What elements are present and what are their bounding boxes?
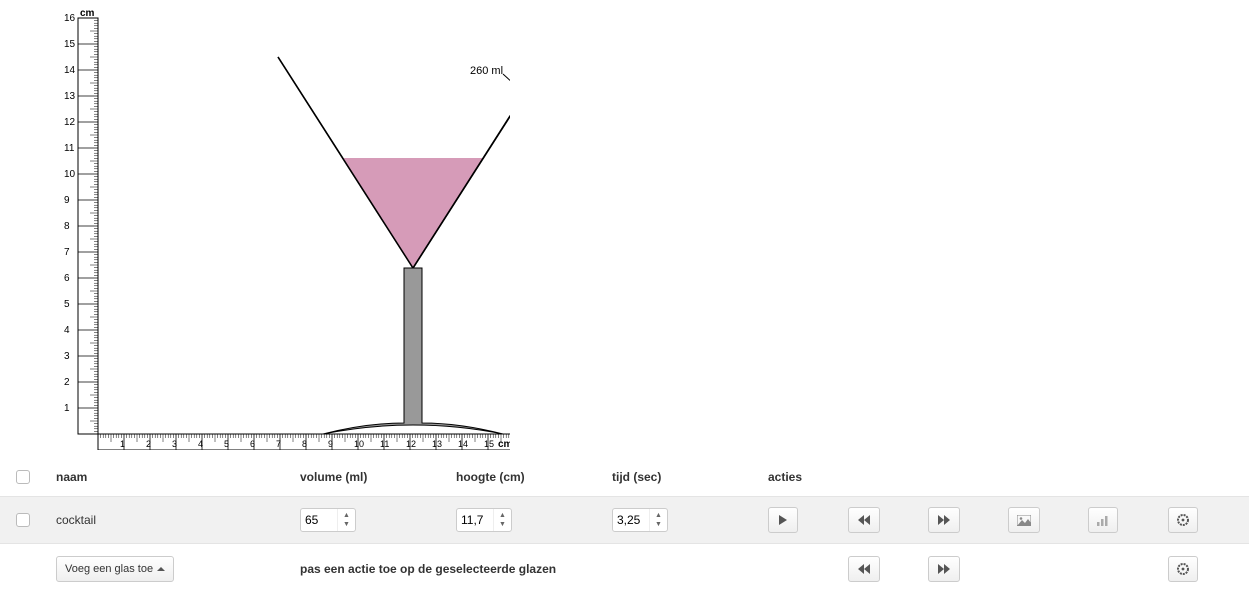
time-stepper[interactable]: ▲▼: [612, 508, 668, 532]
svg-text:4: 4: [64, 325, 70, 336]
image-button[interactable]: [1008, 507, 1040, 533]
bulk-rewind-button[interactable]: [848, 556, 880, 582]
axis-unit-x: cm: [498, 439, 510, 450]
height-input[interactable]: [457, 509, 493, 531]
liquid-fill: [343, 158, 484, 268]
svg-text:13: 13: [64, 91, 76, 102]
axis-unit-y: cm: [80, 8, 95, 19]
svg-text:12: 12: [64, 117, 76, 128]
svg-text:260 ml: 260 ml: [470, 65, 503, 77]
table-row: cocktail ▲▼ ▲▼ ▲▼: [0, 496, 1249, 544]
rewind-button[interactable]: [848, 507, 880, 533]
svg-text:14: 14: [458, 439, 468, 449]
select-all-checkbox[interactable]: [16, 470, 30, 484]
svg-text:5: 5: [224, 439, 229, 449]
forward-icon: [937, 564, 951, 574]
svg-text:12: 12: [406, 439, 416, 449]
svg-text:7: 7: [64, 247, 70, 258]
svg-text:10: 10: [354, 439, 364, 449]
svg-text:9: 9: [64, 195, 70, 206]
bars-icon: [1097, 515, 1109, 526]
svg-text:1: 1: [120, 439, 125, 449]
add-glass-label: Voeg een glas toe: [65, 563, 153, 575]
play-button[interactable]: [768, 507, 798, 533]
svg-text:7: 7: [276, 439, 281, 449]
svg-text:3: 3: [64, 351, 70, 362]
glass-visualization: cm cm 12345678910111213141516 1234567891…: [0, 0, 1249, 456]
svg-text:8: 8: [302, 439, 307, 449]
volume-input[interactable]: [301, 509, 337, 531]
svg-text:4: 4: [198, 439, 203, 449]
svg-text:1: 1: [64, 403, 70, 414]
table-header: naam volume (ml) hoogte (cm) tijd (sec) …: [0, 456, 1249, 496]
svg-text:8: 8: [64, 221, 70, 232]
col-name: naam: [50, 466, 294, 488]
svg-text:3: 3: [172, 439, 177, 449]
col-actions: acties: [762, 466, 842, 488]
bulk-action-label: pas een actie toe op de geselecteerde gl…: [294, 558, 842, 580]
glass-shape: [278, 57, 510, 434]
svg-text:13: 13: [432, 439, 442, 449]
svg-text:6: 6: [64, 273, 70, 284]
play-icon: [778, 515, 788, 525]
caret-up-icon: [157, 567, 165, 571]
gear-icon: [1177, 563, 1189, 575]
svg-text:5: 5: [64, 299, 70, 310]
svg-text:6: 6: [250, 439, 255, 449]
row-name: cocktail: [50, 509, 294, 531]
col-volume: volume (ml): [294, 466, 450, 488]
svg-text:15: 15: [484, 439, 494, 449]
time-up-icon[interactable]: ▲: [650, 511, 667, 520]
svg-text:11: 11: [64, 143, 75, 154]
gear-icon: [1177, 514, 1189, 526]
height-stepper[interactable]: ▲▼: [456, 508, 512, 532]
svg-text:16: 16: [64, 13, 76, 24]
svg-text:9: 9: [328, 439, 333, 449]
svg-text:2: 2: [146, 439, 151, 449]
volume-up-icon[interactable]: ▲: [338, 511, 355, 520]
volume-down-icon[interactable]: ▼: [338, 520, 355, 529]
volume-stepper[interactable]: ▲▼: [300, 508, 356, 532]
col-height: hoogte (cm): [450, 466, 606, 488]
svg-text:14: 14: [64, 65, 76, 76]
col-time: tijd (sec): [606, 466, 762, 488]
svg-text:11: 11: [380, 439, 389, 449]
bulk-settings-button[interactable]: [1168, 556, 1198, 582]
bulk-forward-button[interactable]: [928, 556, 960, 582]
svg-text:15: 15: [64, 39, 76, 50]
height-up-icon[interactable]: ▲: [494, 511, 511, 520]
svg-text:10: 10: [64, 169, 76, 180]
rewind-icon: [857, 564, 871, 574]
forward-button[interactable]: [928, 507, 960, 533]
add-glass-button[interactable]: Voeg een glas toe: [56, 556, 174, 582]
settings-button[interactable]: [1168, 507, 1198, 533]
forward-icon: [937, 515, 951, 525]
height-down-icon[interactable]: ▼: [494, 520, 511, 529]
volume-annotation: 260 ml: [470, 65, 510, 84]
time-input[interactable]: [613, 509, 649, 531]
table-footer: Voeg een glas toe pas een actie toe op d…: [0, 544, 1249, 594]
svg-text:2: 2: [64, 377, 70, 388]
row-select-checkbox[interactable]: [16, 513, 30, 527]
chart-button[interactable]: [1088, 507, 1118, 533]
time-down-icon[interactable]: ▼: [650, 520, 667, 529]
picture-icon: [1017, 515, 1031, 526]
rewind-icon: [857, 515, 871, 525]
